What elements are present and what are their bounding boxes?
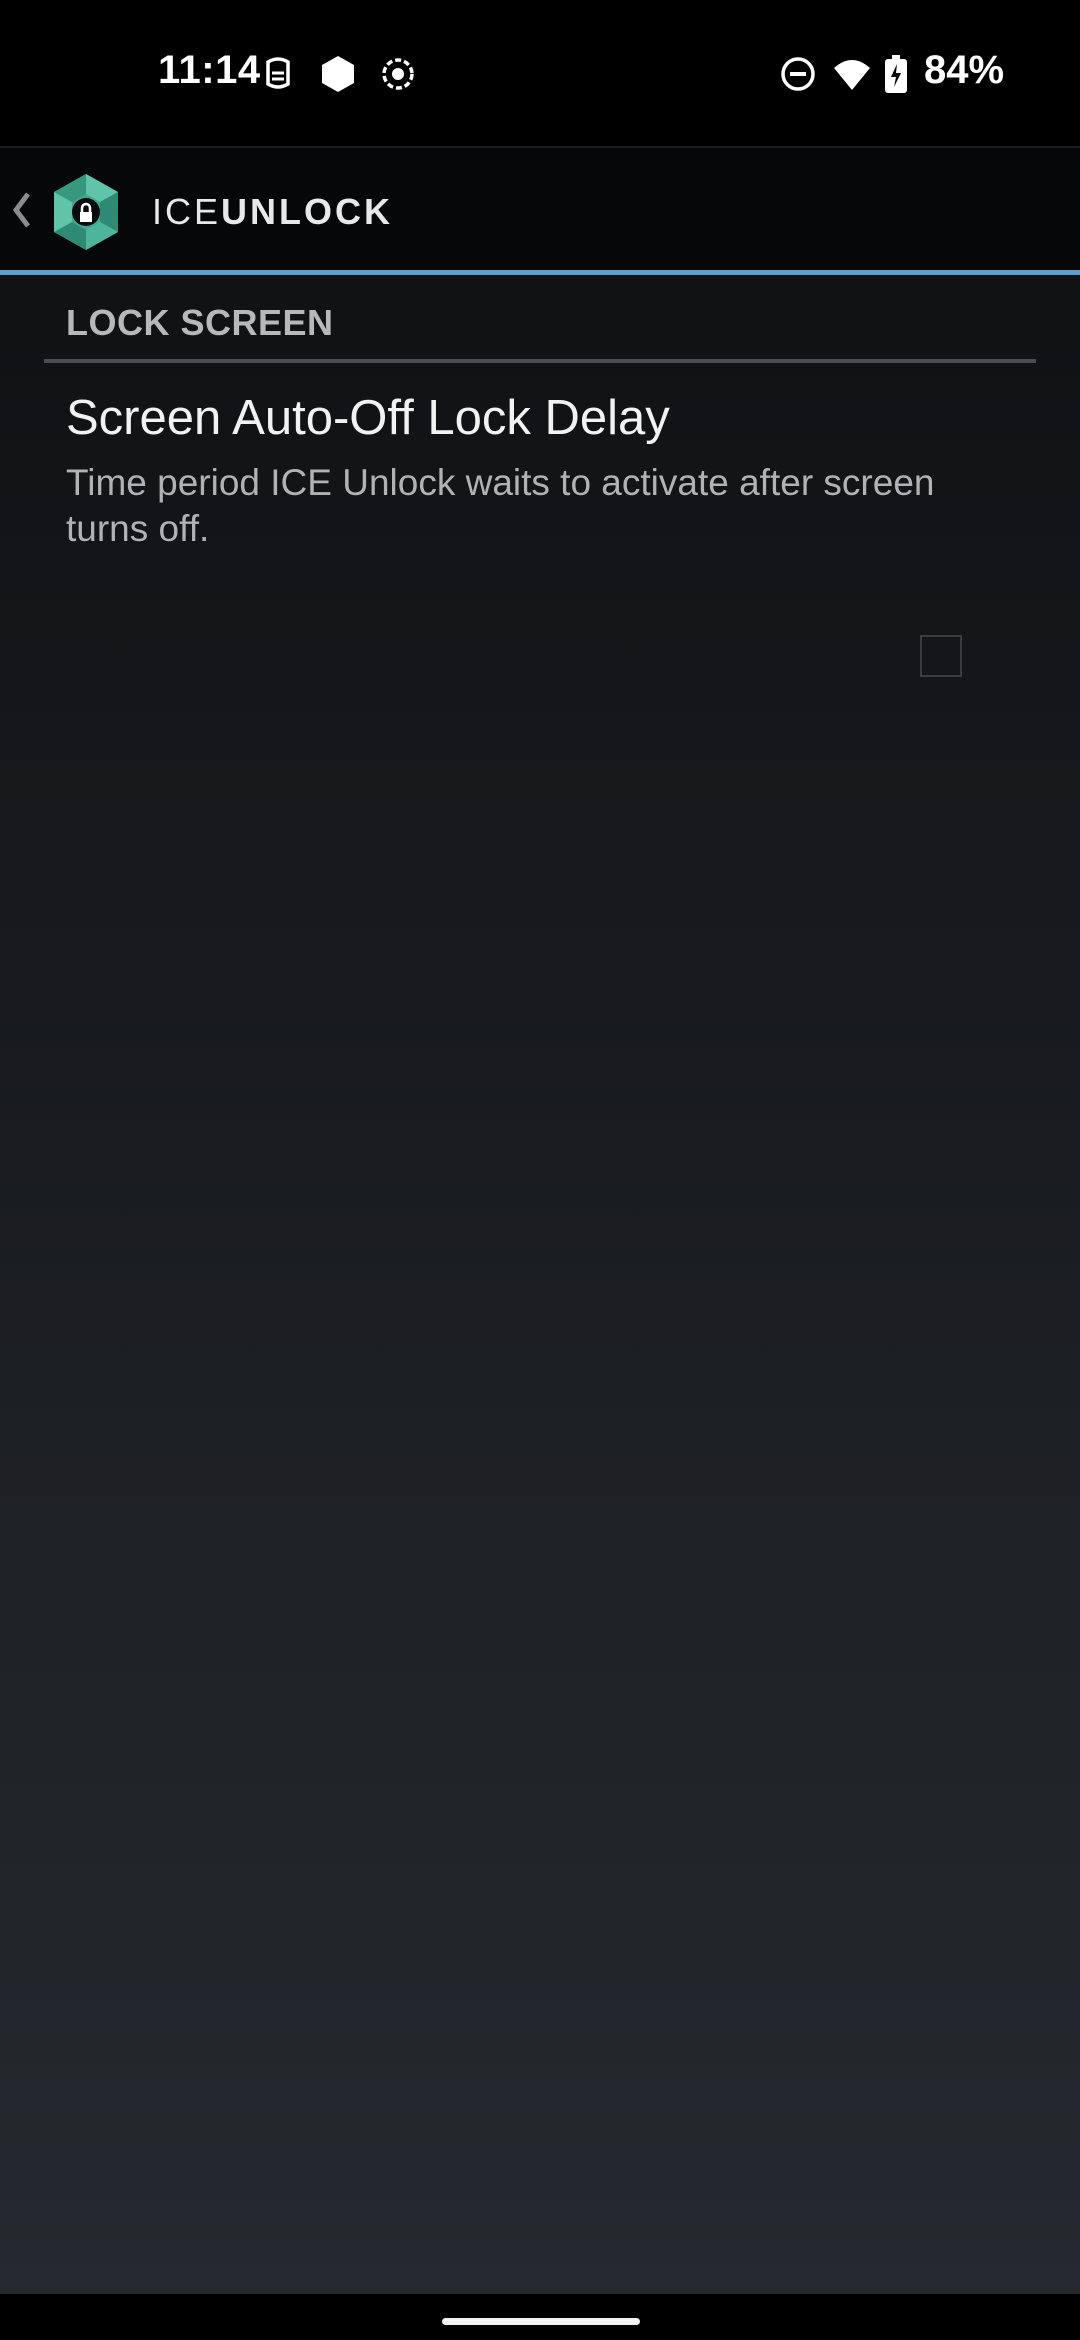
record-icon <box>382 58 414 90</box>
navigation-bar <box>0 2294 1080 2340</box>
pref-summary: Time period ICE Unlock waits to activate… <box>66 462 935 549</box>
pref-title: Screen Auto-Off Lock Delay <box>66 391 670 445</box>
wifi-icon <box>834 60 870 90</box>
battery-charging-icon <box>885 55 907 93</box>
app-title-light: ICE <box>152 191 222 232</box>
section-divider <box>44 359 1036 363</box>
back-chevron-icon[interactable] <box>10 188 34 232</box>
ice-unlock-logo-icon[interactable] <box>50 172 122 252</box>
status-bar: 11:14 84% <box>0 0 1080 146</box>
app-toolbar: ICEUNLOCK <box>0 146 1080 274</box>
pref-screen-auto-off-lock-delay[interactable]: Screen Auto-Off Lock Delay Time period I… <box>0 370 1080 570</box>
do-not-disturb-icon <box>781 57 815 91</box>
app-title-bold: UNLOCK <box>221 191 393 232</box>
section-header-lock-screen: LOCK SCREEN <box>66 302 334 343</box>
mascot-icon <box>266 57 290 89</box>
app-title: ICEUNLOCK <box>152 191 393 233</box>
home-gesture-handle[interactable] <box>442 2318 640 2325</box>
pref-checkbox[interactable] <box>920 635 962 677</box>
hexagon-icon <box>322 56 354 92</box>
status-time: 11:14 <box>158 48 261 92</box>
battery-percent: 84% <box>924 48 1005 92</box>
toolbar-accent-line <box>0 270 1080 275</box>
